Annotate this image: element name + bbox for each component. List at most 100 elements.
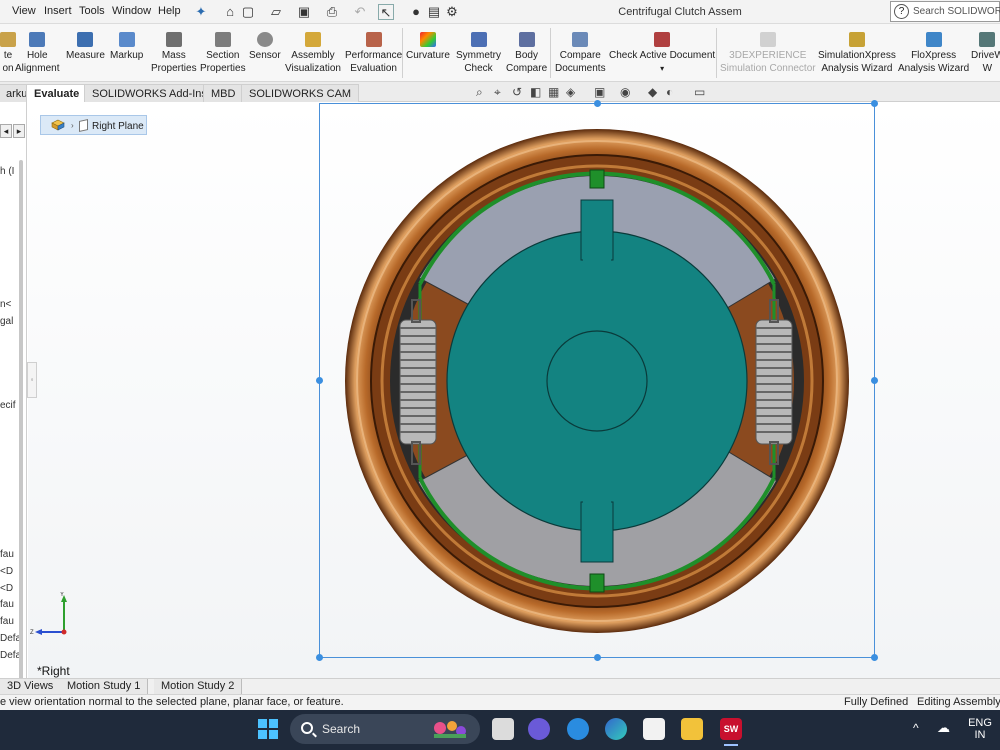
selected-feature-tag[interactable]: › Right Plane [40, 115, 147, 135]
body-compare-button[interactable]: Body Compare [506, 32, 547, 75]
open-icon[interactable]: ▱ [268, 4, 284, 20]
hole-alignment-button[interactable]: Hole Alignment [15, 32, 59, 75]
floxpress-icon [925, 32, 942, 47]
task-view-icon[interactable] [492, 718, 514, 740]
dynamic-annotation-icon[interactable]: ▦ [548, 85, 559, 99]
tab-mbd[interactable]: MBD [203, 84, 244, 102]
section-properties-button[interactable]: Section Properties [200, 32, 246, 75]
check-active-document-button[interactable]: Check Active Document ▾ [609, 32, 715, 75]
selection-handle[interactable] [871, 377, 878, 384]
zoom-to-fit-icon[interactable]: ⌕ [476, 85, 483, 100]
apply-scene-icon[interactable]: ◐ [666, 85, 673, 99]
tree-item-fragment[interactable]: gal [0, 316, 13, 327]
view-orientation-icon[interactable]: ◈ [566, 85, 575, 99]
menu-help[interactable]: Help [158, 5, 181, 17]
selection-handle[interactable] [871, 100, 878, 107]
centrifugal-clutch-model[interactable] [340, 122, 860, 642]
tray-overflow-chevron-icon[interactable]: ^ [913, 722, 919, 734]
symmetry-check-icon [470, 32, 487, 47]
save-icon[interactable]: ▣ [296, 4, 312, 20]
menu-bar: View Insert Tools Window Help ✦ ⌂ ▢ ▱ ▣ … [0, 0, 1000, 24]
hub-key-blend [583, 494, 611, 504]
previous-view-icon[interactable]: ↺ [512, 85, 522, 99]
status-definition: Fully Defined [844, 696, 909, 708]
markup-button[interactable]: Markup [110, 32, 143, 62]
taskbar-search[interactable]: Search [290, 714, 480, 744]
edit-appearance-icon[interactable]: ◆ [648, 85, 657, 99]
view-settings-icon[interactable]: ▭ [694, 85, 705, 99]
tab-motion-study-2[interactable]: Motion Study 2 [154, 679, 243, 695]
tab-solidworks-add-ins[interactable]: SOLIDWORKS Add-Ins [84, 84, 215, 102]
solidworks-app-icon[interactable]: SW [720, 718, 742, 740]
tree-item-fragment[interactable]: h (I [0, 166, 14, 177]
tree-item-fragment[interactable]: <D [0, 583, 13, 594]
3dexperience-simulation-connector-button[interactable]: 3DEXPERIENCE Simulation Connector [720, 32, 816, 75]
tab-solidworks-cam[interactable]: SOLIDWORKS CAM [241, 84, 360, 102]
driveworks-button[interactable]: DriveW W [971, 32, 1000, 75]
selection-handle[interactable] [316, 654, 323, 661]
tree-item-fragment[interactable]: fau [0, 599, 14, 610]
menu-window[interactable]: Window [112, 5, 151, 17]
section-view-icon[interactable]: ◧ [530, 85, 541, 99]
panel-collapse-handle[interactable]: ◦ [27, 362, 37, 398]
tree-item-fragment[interactable]: ecif [0, 400, 16, 411]
sensor-button[interactable]: Sensor [249, 32, 281, 62]
tree-item-fragment[interactable]: fau [0, 549, 14, 560]
start-button[interactable] [258, 719, 278, 739]
tree-item-fragment[interactable]: n< [0, 299, 11, 310]
copilot-icon[interactable] [567, 718, 589, 740]
assembly-visualization-button[interactable]: Assembly Visualization [285, 32, 341, 75]
display-style-icon[interactable]: ▣ [594, 85, 605, 99]
compare-documents-button[interactable]: Compare Documents [555, 32, 606, 75]
edge-browser-icon[interactable] [605, 718, 627, 740]
measure-button[interactable]: Measure [66, 32, 105, 62]
network-cloud-icon[interactable]: ☁ [937, 721, 950, 734]
expand-right-icon[interactable]: ▸ [13, 124, 25, 138]
menu-insert[interactable]: Insert [44, 5, 72, 17]
file-explorer-icon[interactable] [681, 718, 703, 740]
file-properties-icon[interactable]: ▤ [426, 4, 442, 20]
sensor-icon [256, 32, 273, 47]
help-icon[interactable]: ? [894, 4, 909, 19]
rebuild-icon[interactable]: ● [408, 4, 424, 20]
search-input[interactable]: Search SOLIDWORKS [913, 6, 1000, 17]
selection-handle[interactable] [316, 377, 323, 384]
teams-chat-icon[interactable] [528, 718, 550, 740]
status-message: e view orientation normal to the selecte… [0, 696, 344, 708]
collapse-left-icon[interactable]: ◂ [0, 124, 12, 138]
tab-evaluate[interactable]: Evaluate [26, 84, 88, 103]
search-box[interactable]: ? Search SOLIDWORKS [890, 1, 1000, 22]
partial-tool-button[interactable]: te on [0, 32, 16, 75]
select-arrow-icon[interactable]: ↖ [378, 4, 394, 20]
undo-icon[interactable]: ↶ [352, 4, 368, 20]
tree-item-fragment[interactable]: fau [0, 616, 14, 627]
store-icon[interactable] [643, 718, 665, 740]
ribbon-separator [716, 28, 717, 78]
selection-handle[interactable] [871, 654, 878, 661]
pin-icon[interactable]: ✦ [193, 4, 209, 20]
home-icon[interactable]: ⌂ [222, 4, 238, 20]
curvature-button[interactable]: Curvature [406, 32, 450, 62]
selection-handle[interactable] [594, 100, 601, 107]
menu-view[interactable]: View [12, 5, 36, 17]
performance-evaluation-button[interactable]: Performance Evaluation [345, 32, 402, 75]
tree-item-fragment[interactable]: Defa [0, 650, 21, 661]
zoom-to-area-icon[interactable]: ⌖ [494, 85, 501, 100]
print-icon[interactable]: ⎙ [324, 4, 340, 20]
simulationxpress-button[interactable]: SimulationXpress Analysis Wizard [818, 32, 896, 75]
tree-item-fragment[interactable]: <D [0, 566, 13, 577]
mass-properties-button[interactable]: Mass Properties [151, 32, 197, 75]
hide-show-items-icon[interactable]: ◉ [620, 85, 630, 99]
options-gear-icon[interactable]: ⚙ [444, 4, 460, 20]
panel-scrollbar[interactable] [19, 160, 23, 678]
symmetry-check-button[interactable]: Symmetry Check [456, 32, 501, 75]
floxpress-button[interactable]: FloXpress Analysis Wizard [898, 32, 969, 75]
language-indicator[interactable]: ENG IN [965, 717, 995, 741]
menu-tools[interactable]: Tools [79, 5, 105, 17]
tab-motion-study-1[interactable]: Motion Study 1 [60, 679, 149, 695]
selection-handle[interactable] [594, 654, 601, 661]
new-document-icon[interactable]: ▢ [240, 4, 256, 20]
tab-3d-views[interactable]: 3D Views [0, 679, 62, 695]
tree-item-fragment[interactable]: Defa [0, 633, 21, 644]
spring-right [755, 299, 793, 465]
